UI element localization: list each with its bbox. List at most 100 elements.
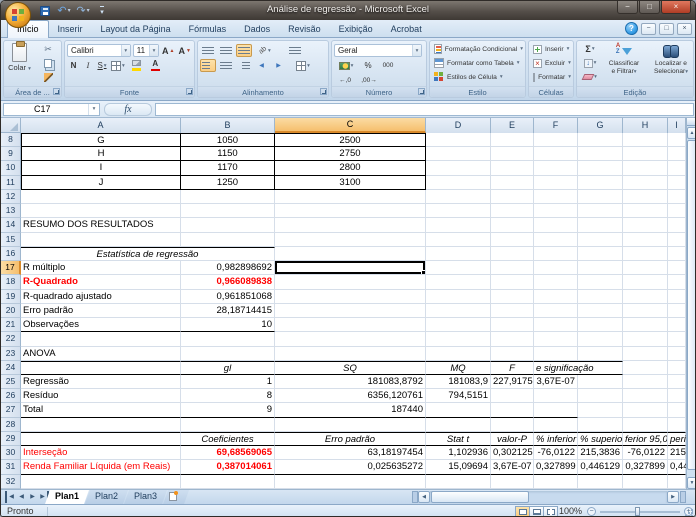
cell-H30[interactable]: -76,0122 — [623, 446, 668, 460]
cell-C27[interactable]: 187440 — [275, 403, 426, 417]
cell-F27[interactable] — [534, 403, 578, 417]
cell-I30[interactable]: 215,3 — [668, 446, 686, 460]
borders-button[interactable]: ▾ — [110, 59, 126, 72]
cell-C19[interactable] — [275, 290, 426, 304]
cell-F8[interactable] — [534, 133, 578, 147]
cell-E28[interactable] — [491, 418, 534, 432]
cell-F32[interactable] — [534, 475, 578, 489]
cell-E14[interactable] — [491, 218, 534, 232]
cell-E19[interactable] — [491, 290, 534, 304]
fill-color-button[interactable] — [128, 59, 145, 72]
row-header-14[interactable]: 14 — [1, 218, 21, 232]
cell-C9[interactable]: 2750 — [275, 147, 426, 161]
row-header-29[interactable]: 29 — [1, 432, 21, 446]
zoom-slider-track[interactable] — [600, 511, 680, 513]
scroll-up-button[interactable]: ▲ — [687, 127, 696, 139]
cell-A18[interactable]: R-Quadrado — [21, 275, 181, 289]
insert-cells-button[interactable]: Inserir▾ — [531, 42, 571, 56]
cell-C15[interactable] — [275, 233, 426, 247]
cell-I28[interactable] — [668, 418, 686, 432]
cell-F24[interactable]: e significação — [534, 361, 623, 375]
cell-I22[interactable] — [668, 332, 686, 346]
cell-F25[interactable]: 3,67E-07 — [534, 375, 578, 389]
scroll-right-button[interactable]: ▶ — [667, 491, 679, 503]
cell-G13[interactable] — [578, 204, 623, 218]
cell-G23[interactable] — [578, 347, 623, 361]
cell-I14[interactable] — [668, 218, 686, 232]
cell-F17[interactable] — [534, 261, 578, 275]
cell-E17[interactable] — [491, 261, 534, 275]
cell-G26[interactable] — [578, 389, 623, 403]
cell-H13[interactable] — [623, 204, 668, 218]
cell-A29[interactable] — [21, 432, 181, 446]
row-header-23[interactable]: 23 — [1, 347, 21, 361]
cell-A14[interactable]: RESUMO DOS RESULTADOS — [21, 218, 181, 232]
row-header-9[interactable]: 9 — [1, 147, 21, 161]
cell-A11[interactable]: J — [21, 176, 181, 190]
cell-A8[interactable]: G — [21, 133, 181, 147]
cell-D18[interactable] — [426, 275, 491, 289]
help-button[interactable]: ? — [625, 22, 638, 35]
cell-E10[interactable] — [491, 161, 534, 175]
row-header-13[interactable]: 13 — [1, 204, 21, 218]
cell-E31[interactable]: 3,67E-07 — [491, 460, 534, 474]
cell-H29[interactable]: ferior 95,0 — [623, 432, 668, 446]
horizontal-scroll-thumb[interactable] — [431, 491, 529, 503]
cell-D13[interactable] — [426, 204, 491, 218]
cell-E32[interactable] — [491, 475, 534, 489]
row-header-12[interactable]: 12 — [1, 190, 21, 204]
vertical-scroll-thumb[interactable] — [687, 140, 696, 470]
column-header-H[interactable]: H — [623, 118, 668, 133]
cell-E9[interactable] — [491, 147, 534, 161]
cell-H14[interactable] — [623, 218, 668, 232]
cell-A25[interactable]: Regressão — [21, 375, 181, 389]
cell-F14[interactable] — [534, 218, 578, 232]
format-painter-button[interactable] — [36, 71, 60, 84]
cell-D15[interactable] — [426, 233, 491, 247]
tab-acrobat[interactable]: Acrobat — [382, 20, 431, 38]
cell-I25[interactable] — [668, 375, 686, 389]
cell-H25[interactable] — [623, 375, 668, 389]
page-layout-view-button[interactable] — [529, 506, 544, 517]
cell-B32[interactable] — [181, 475, 275, 489]
cell-E11[interactable] — [491, 176, 534, 190]
insert-function-button[interactable]: fx — [104, 103, 152, 116]
cell-I9[interactable] — [668, 147, 686, 161]
cell-F9[interactable] — [534, 147, 578, 161]
cell-H12[interactable] — [623, 190, 668, 204]
tab-dados[interactable]: Dados — [235, 20, 279, 38]
cell-F26[interactable] — [534, 389, 578, 403]
cell-C24[interactable]: SQ — [275, 361, 426, 375]
cell-H19[interactable] — [623, 290, 668, 304]
cell-H22[interactable] — [623, 332, 668, 346]
cell-B12[interactable] — [181, 190, 275, 204]
zoom-out-button[interactable]: − — [587, 507, 596, 516]
cell-E18[interactable] — [491, 275, 534, 289]
merge-center-button[interactable]: ▾ — [291, 59, 315, 72]
column-header-E[interactable]: E — [491, 118, 534, 133]
cell-D9[interactable] — [426, 147, 491, 161]
cell-F30[interactable]: -76,0122 — [534, 446, 578, 460]
cell-B25[interactable]: 1 — [181, 375, 275, 389]
cell-I18[interactable] — [668, 275, 686, 289]
cell-C12[interactable] — [275, 190, 426, 204]
cell-F18[interactable] — [534, 275, 578, 289]
tab-formulas[interactable]: Fórmulas — [180, 20, 236, 38]
number-dialog-launcher[interactable] — [418, 88, 425, 95]
comma-style-button[interactable]: 000 — [378, 59, 398, 72]
cut-button[interactable]: ✂ — [36, 43, 60, 56]
zoom-level[interactable]: 100% — [559, 505, 582, 517]
cell-H15[interactable] — [623, 233, 668, 247]
row-header-24[interactable]: 24 — [1, 361, 21, 375]
cell-E20[interactable] — [491, 304, 534, 318]
column-header-I[interactable]: I — [668, 118, 686, 133]
cell-E22[interactable] — [491, 332, 534, 346]
workbook-restore-button[interactable]: □ — [659, 23, 674, 35]
cell-D14[interactable] — [426, 218, 491, 232]
orientation-button[interactable]: ab▾ — [254, 44, 276, 57]
normal-view-button[interactable] — [515, 506, 530, 517]
cell-D29[interactable]: Stat t — [426, 432, 491, 446]
align-center-button[interactable] — [218, 59, 234, 72]
cell-D26[interactable]: 794,5151 — [426, 389, 491, 403]
column-header-B[interactable]: B — [181, 118, 275, 133]
